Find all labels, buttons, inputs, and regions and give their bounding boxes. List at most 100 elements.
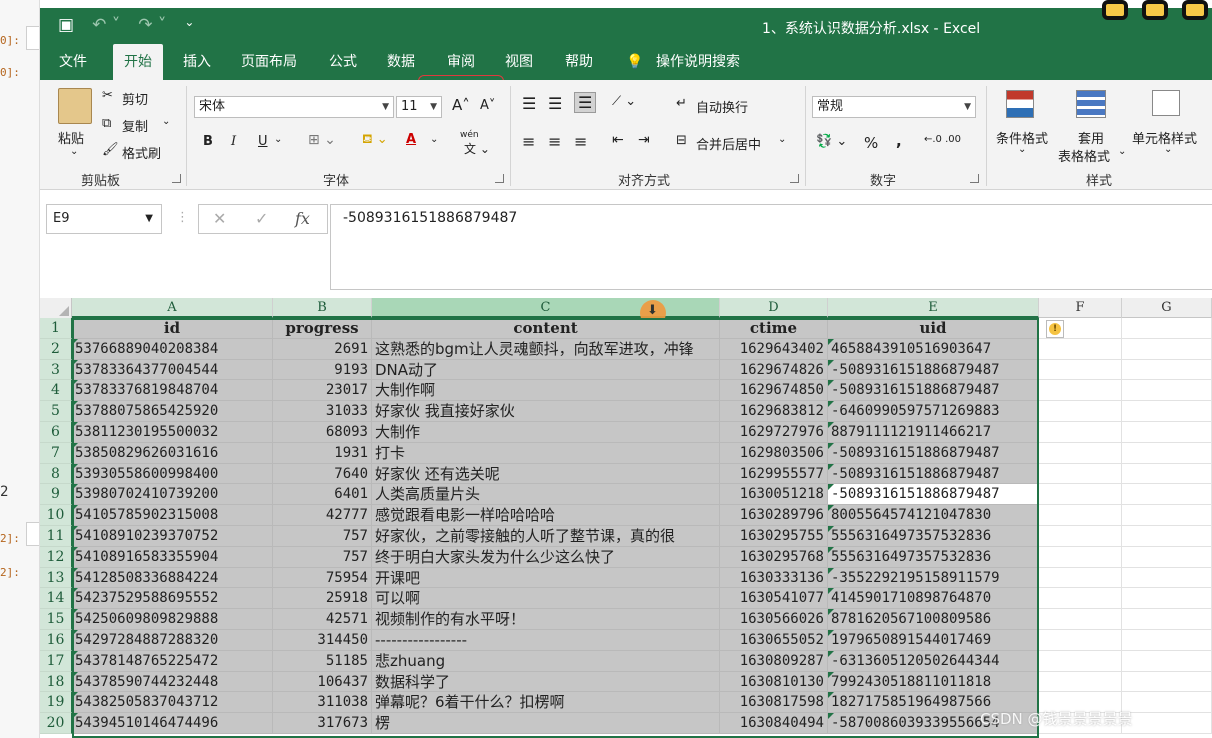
empty-cell[interactable] [1122,380,1212,402]
cell-progress[interactable]: 2691 [273,338,372,360]
format-as-table-button[interactable]: 套用 [1078,128,1104,147]
column-header-a[interactable]: A [72,298,273,318]
format-as-table-icon[interactable] [1076,90,1106,118]
empty-cell[interactable] [1039,588,1122,610]
cell-progress[interactable]: 68093 [273,422,372,443]
cell-content[interactable]: 好家伙 我直接好家伙 [372,401,720,422]
cell-ctime[interactable]: 1629643402 [720,338,828,360]
cell-uid[interactable]: 4145901710898764870 [828,588,1039,610]
empty-cell[interactable] [1122,692,1212,714]
column-header-g[interactable]: G [1122,298,1212,318]
tab-home[interactable]: 开始 [113,44,163,80]
cell-progress[interactable]: 314450 [273,630,372,651]
empty-cell[interactable] [1039,442,1122,464]
dialog-launcher-icon[interactable] [970,174,979,183]
dialog-launcher-icon[interactable] [172,174,181,183]
redo-icon[interactable]: ↷ ˅ [138,15,166,35]
dialog-launcher-icon[interactable] [495,174,504,183]
cell-content[interactable]: 这熟悉的bgm让人灵魂颤抖，向敌军进攻，冲锋 [372,338,720,360]
cell-ctime[interactable]: 1630810130 [720,671,828,693]
increase-font-icon[interactable]: A˄ [452,96,470,114]
cell-content[interactable]: ----------------- [372,630,720,651]
cell-styles-icon[interactable] [1152,90,1180,116]
cell-id[interactable]: 53850829626031616 [72,442,273,464]
empty-cell[interactable] [1122,484,1212,506]
cell-ctime[interactable]: 1630840494 [720,713,828,734]
cell-ctime[interactable]: 1629955577 [720,463,828,485]
cell-id[interactable]: 54297284887288320 [72,630,273,651]
row-header[interactable]: 8 [40,463,72,485]
decrease-indent-icon[interactable]: ⇤ [612,132,624,148]
empty-cell[interactable] [1122,442,1212,464]
row-header[interactable]: 10 [40,505,72,526]
active-cell-e9[interactable]: -5089316151886879487 [828,484,1039,506]
format-as-table-label[interactable]: 表格格式 [1058,146,1110,165]
cell-content[interactable]: 视频制作的有水平呀！ [372,609,720,630]
cell-uid[interactable]: 5556316497357532836 [828,546,1039,568]
empty-cell[interactable] [1039,609,1122,630]
cell-content[interactable]: 终于明白大家头发为什么少这么快了 [372,546,720,568]
cell-progress[interactable]: 42777 [273,505,372,526]
cell-ctime[interactable]: 1629674850 [720,380,828,402]
empty-cell[interactable] [1122,422,1212,443]
empty-cell[interactable] [1122,567,1212,589]
copy-icon[interactable]: ⧉ [102,116,111,131]
cell-progress[interactable]: 757 [273,526,372,547]
row-header[interactable]: 15 [40,609,72,630]
cell-ctime[interactable]: 1630817598 [720,692,828,714]
cell-ctime[interactable]: 1630289796 [720,505,828,526]
cell-progress[interactable]: 25918 [273,588,372,610]
cell-content[interactable]: 开课吧 [372,567,720,589]
formula-input[interactable]: -5089316151886879487 [330,204,1212,290]
cell-ctime[interactable]: 1629674826 [720,359,828,381]
column-header-c[interactable]: C [372,298,720,318]
cell-uid[interactable]: 1979650891544017469 [828,630,1039,651]
cell-uid[interactable]: 8781620567100809586 [828,609,1039,630]
cell-id[interactable]: 54378148765225472 [72,650,273,672]
select-all-button[interactable] [40,298,72,318]
cell-id[interactable]: 54378590744232448 [72,671,273,693]
row-header[interactable]: 9 [40,484,72,506]
cell-progress[interactable]: 311038 [273,692,372,714]
empty-cell[interactable] [1122,318,1212,339]
cell-content[interactable]: 大制作 [372,422,720,443]
fill-color-icon[interactable]: ⛾ ⌄ [362,132,388,149]
empty-cell[interactable] [1122,401,1212,422]
cell-content[interactable]: 大制作啊 [372,380,720,402]
header-cell-uid[interactable]: uid [828,318,1039,339]
chevron-down-icon[interactable]: ⌄ [70,146,78,157]
paste-icon[interactable] [58,88,92,124]
tab-page-layout[interactable]: 页面布局 [241,44,297,80]
row-header[interactable]: 5 [40,401,72,422]
cut-button[interactable]: 剪切 [122,89,148,108]
empty-cell[interactable] [1039,630,1122,651]
align-bottom-icon[interactable]: ☰ [574,92,597,113]
cell-ctime[interactable]: 1630295768 [720,546,828,568]
cell-progress[interactable]: 31033 [273,401,372,422]
cell-id[interactable]: 53930558600998400 [72,463,273,485]
tab-help[interactable]: 帮助 [565,44,593,80]
empty-cell[interactable] [1122,546,1212,568]
bold-button[interactable]: B [203,134,213,149]
header-cell-progress[interactable]: progress [273,318,372,339]
underline-button[interactable]: U [258,134,268,149]
cell-id[interactable]: 53980702410739200 [72,484,273,506]
row-header[interactable]: 1 [40,318,72,339]
cell-uid[interactable]: 5556316497357532836 [828,526,1039,547]
cell-uid[interactable]: -5089316151886879487 [828,463,1039,485]
copy-button[interactable]: 复制 [122,116,148,135]
column-header-e[interactable]: E [828,298,1039,318]
row-header[interactable]: 19 [40,692,72,714]
header-cell-ctime[interactable]: ctime [720,318,828,339]
row-header[interactable]: 16 [40,630,72,651]
cell-content[interactable]: 打卡 [372,442,720,464]
increase-decimal-icon[interactable]: ←.0 .00 [924,134,961,145]
align-left-icon[interactable]: ≡ [522,132,535,151]
cell-ctime[interactable]: 1629803506 [720,442,828,464]
cell-uid[interactable]: -6460990597571269883 [828,401,1039,422]
row-header[interactable]: 12 [40,546,72,568]
empty-cell[interactable] [1039,505,1122,526]
increase-indent-icon[interactable]: ⇥ [638,132,650,148]
row-header[interactable]: 13 [40,567,72,589]
empty-cell[interactable] [1122,671,1212,693]
